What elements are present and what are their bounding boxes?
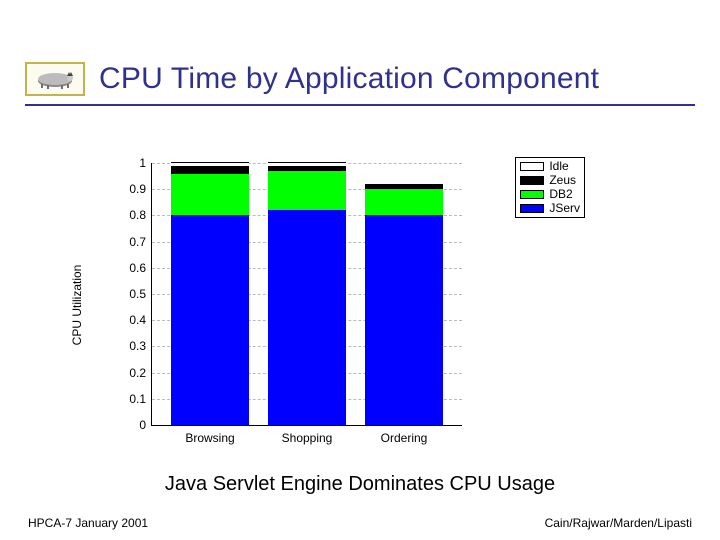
legend-label: Zeus — [549, 173, 576, 187]
chart: CPU Utilization 00.10.20.30.40.50.60.70.… — [95, 155, 585, 455]
ytick-label: 0.2 — [129, 366, 152, 380]
bar-segment-jserv — [268, 210, 346, 425]
xtick-label: Shopping — [282, 425, 333, 445]
y-axis-label: CPU Utilization — [70, 265, 84, 346]
legend-item: JServ — [520, 201, 580, 215]
legend-item: DB2 — [520, 187, 580, 201]
plot-area: 00.10.20.30.40.50.60.70.80.91BrowsingSho… — [151, 163, 462, 426]
legend: Idle Zeus DB2 JServ — [515, 157, 585, 218]
ytick-label: 0.1 — [129, 392, 152, 406]
legend-label: JServ — [549, 201, 580, 215]
footer-right: Cain/Rajwar/Marden/Lipasti — [545, 516, 692, 530]
bar-segment-db2 — [365, 189, 443, 215]
swatch-zeus-icon — [520, 176, 544, 185]
header: CPU Time by Application Component — [25, 62, 695, 106]
slide: CPU Time by Application Component CPU Ut… — [0, 0, 720, 540]
bar — [171, 162, 249, 425]
legend-item: Idle — [520, 159, 580, 173]
swatch-db2-icon — [520, 190, 544, 199]
ytick-label: 1 — [139, 156, 152, 170]
legend-label: Idle — [549, 159, 568, 173]
xtick-label: Ordering — [381, 425, 428, 445]
ytick-label: 0.3 — [129, 339, 152, 353]
ytick-label: 0.5 — [129, 287, 152, 301]
ytick-label: 0.6 — [129, 261, 152, 275]
legend-label: DB2 — [549, 187, 572, 201]
ytick-label: 0.4 — [129, 313, 152, 327]
bar-segment-zeus — [171, 166, 249, 174]
swatch-idle-icon — [520, 162, 544, 171]
bar-segment-db2 — [268, 171, 346, 210]
xtick-label: Browsing — [185, 425, 234, 445]
ytick-label: 0.9 — [129, 182, 152, 196]
bar-segment-jserv — [365, 215, 443, 425]
badger-icon — [33, 68, 77, 90]
ytick-label: 0 — [139, 418, 152, 432]
badger-logo — [25, 62, 85, 96]
swatch-jserv-icon — [520, 204, 544, 213]
ytick-label: 0.7 — [129, 235, 152, 249]
footer-left: HPCA-7 January 2001 — [28, 516, 148, 530]
bar-segment-jserv — [171, 215, 249, 425]
bar-segment-db2 — [171, 174, 249, 216]
ytick-label: 0.8 — [129, 208, 152, 222]
page-title: CPU Time by Application Component — [99, 62, 599, 96]
legend-item: Zeus — [520, 173, 580, 187]
bar — [365, 184, 443, 425]
bar — [268, 162, 346, 425]
chart-caption: Java Servlet Engine Dominates CPU Usage — [0, 473, 720, 496]
